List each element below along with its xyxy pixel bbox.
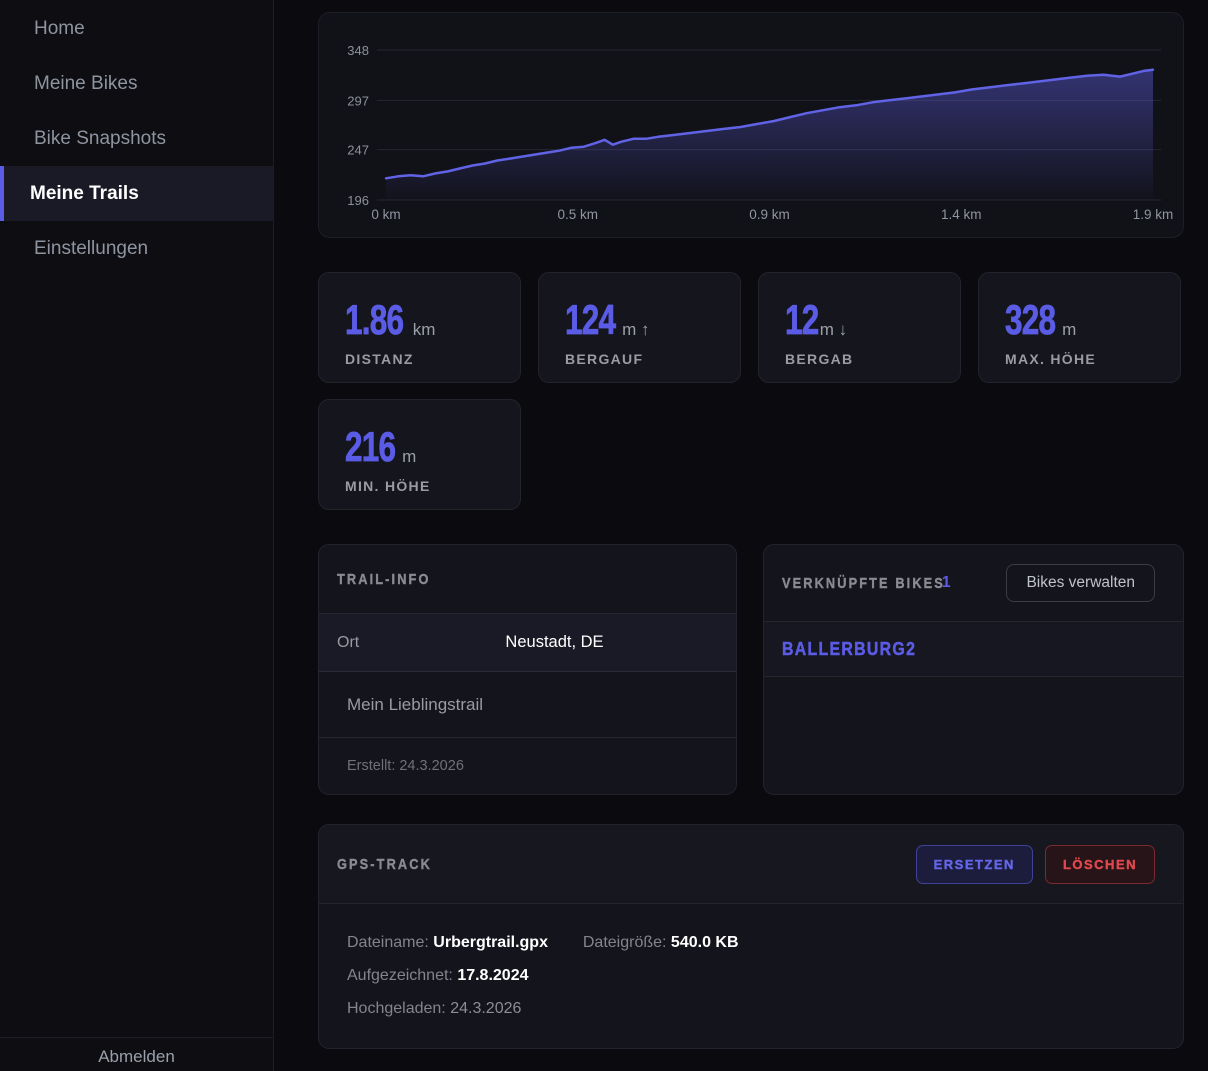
svg-text:196: 196 [347, 193, 369, 208]
linked-bikes-title: VERKNÜPFTE BIKES [782, 575, 945, 592]
bike-list-item[interactable]: BALLERBURG2 [764, 621, 1183, 677]
max-elevation-value: 328 [1005, 299, 1055, 341]
sidebar-item-meine-trails[interactable]: Meine Trails [0, 166, 273, 221]
descent-unit: m ↓ [820, 321, 847, 341]
trail-info-card: TRAIL-INFO Ort Mein Lieblingstrail Erste… [318, 544, 737, 795]
gps-track-card: GPS-TRACK ERSETZEN LÖSCHEN Dateiname: Ur… [318, 824, 1184, 1049]
stat-card-descent: 12 m ↓ BERGAB [758, 272, 961, 383]
sidebar-footer: Abmelden [0, 1037, 273, 1071]
gps-track-title: GPS-TRACK [337, 856, 432, 873]
file-name-label: Dateiname: [347, 934, 429, 951]
main-content: 196 247 297 348 0 km 0.5 km 0.9 km 1.4 km 1.9 km… [274, 0, 1208, 1071]
svg-text:0 km: 0 km [371, 207, 400, 222]
distance-value: 1.86 [345, 299, 403, 341]
min-elevation-label: MIN. HÖHE [345, 478, 520, 494]
manage-bikes-button[interactable]: Bikes verwalten [1006, 564, 1155, 602]
max-elevation-unit: m [1062, 321, 1076, 341]
delete-gpx-button[interactable]: LÖSCHEN [1045, 845, 1155, 884]
file-name-value: Urbergtrail.gpx [433, 934, 548, 951]
min-elevation-unit: m [402, 448, 416, 468]
svg-text:1.4 km: 1.4 km [941, 207, 982, 222]
sidebar-item-bike-snapshots[interactable]: Bike Snapshots [0, 111, 273, 166]
trail-name: Mein Lieblingstrail [347, 695, 483, 715]
svg-text:297: 297 [347, 93, 369, 108]
bike-name: BALLERBURG2 [782, 639, 916, 660]
logout-button[interactable]: Abmelden [98, 1047, 175, 1067]
distance-label: DISTANZ [345, 351, 520, 367]
stat-card-min-elevation: 216 m MIN. HÖHE [318, 399, 521, 510]
trail-created-text: Erstellt: 24.3.2026 [347, 758, 464, 774]
distance-unit: km [413, 321, 436, 341]
location-row: Ort [319, 613, 736, 672]
sidebar-item-einstellungen[interactable]: Einstellungen [0, 221, 273, 276]
stat-card-max-elevation: 328 m MAX. HÖHE [978, 272, 1181, 383]
descent-label: BERGAB [785, 351, 960, 367]
svg-text:0.5 km: 0.5 km [557, 207, 598, 222]
trail-created-row: Erstellt: 24.3.2026 [319, 738, 736, 794]
stats-grid: 1.86 km DISTANZ 124 m ↑ BERGAUF 12 m ↓ B… [318, 272, 1184, 510]
replace-gpx-button[interactable]: ERSETZEN [916, 845, 1033, 884]
elevation-chart-card: 196 247 297 348 0 km 0.5 km 0.9 km 1.4 km 1.9 km [318, 12, 1184, 238]
info-grid: TRAIL-INFO Ort Mein Lieblingstrail Erste… [318, 544, 1184, 795]
descent-value: 12 [785, 299, 819, 341]
svg-text:348: 348 [347, 43, 369, 58]
max-elevation-label: MAX. HÖHE [1005, 351, 1180, 367]
file-size-label: Dateigröße: [583, 934, 667, 951]
svg-text:0.9 km: 0.9 km [749, 207, 790, 222]
sidebar-item-home[interactable]: Home [0, 1, 273, 56]
svg-text:1.9 km: 1.9 km [1133, 207, 1174, 222]
linked-bikes-card: VERKNÜPFTE BIKES 1 Bikes verwalten BALLE… [763, 544, 1184, 795]
trail-name-row: Mein Lieblingstrail [319, 672, 736, 738]
recorded-value: 17.8.2024 [457, 967, 528, 984]
svg-text:247: 247 [347, 143, 369, 158]
elevation-chart: 196 247 297 348 0 km 0.5 km 0.9 km 1.4 km 1.9 km [319, 13, 1183, 238]
recorded-label: Aufgezeichnet: [347, 967, 453, 984]
sidebar-item-meine-bikes[interactable]: Meine Bikes [0, 56, 273, 111]
location-label: Ort [337, 634, 399, 652]
min-elevation-value: 216 [345, 426, 395, 468]
ascent-label: BERGAUF [565, 351, 740, 367]
file-size-value: 540.0 KB [671, 934, 739, 951]
ascent-value: 124 [565, 299, 615, 341]
sidebar-spacer [0, 276, 273, 1037]
sidebar-nav: Home Meine Bikes Bike Snapshots Meine Tr… [0, 0, 273, 276]
location-input[interactable] [399, 633, 710, 652]
trail-info-title: TRAIL-INFO [337, 571, 430, 588]
stat-card-distance: 1.86 km DISTANZ [318, 272, 521, 383]
app-root: Home Meine Bikes Bike Snapshots Meine Tr… [0, 0, 1208, 1071]
ascent-unit: m ↑ [622, 321, 649, 341]
gps-file-info: Dateiname: Urbergtrail.gpx Dateigröße: 5… [319, 903, 1183, 1025]
uploaded-value: 24.3.2026 [450, 1000, 521, 1017]
sidebar: Home Meine Bikes Bike Snapshots Meine Tr… [0, 0, 274, 1071]
stat-card-ascent: 124 m ↑ BERGAUF [538, 272, 741, 383]
uploaded-label: Hochgeladen: [347, 1000, 446, 1017]
